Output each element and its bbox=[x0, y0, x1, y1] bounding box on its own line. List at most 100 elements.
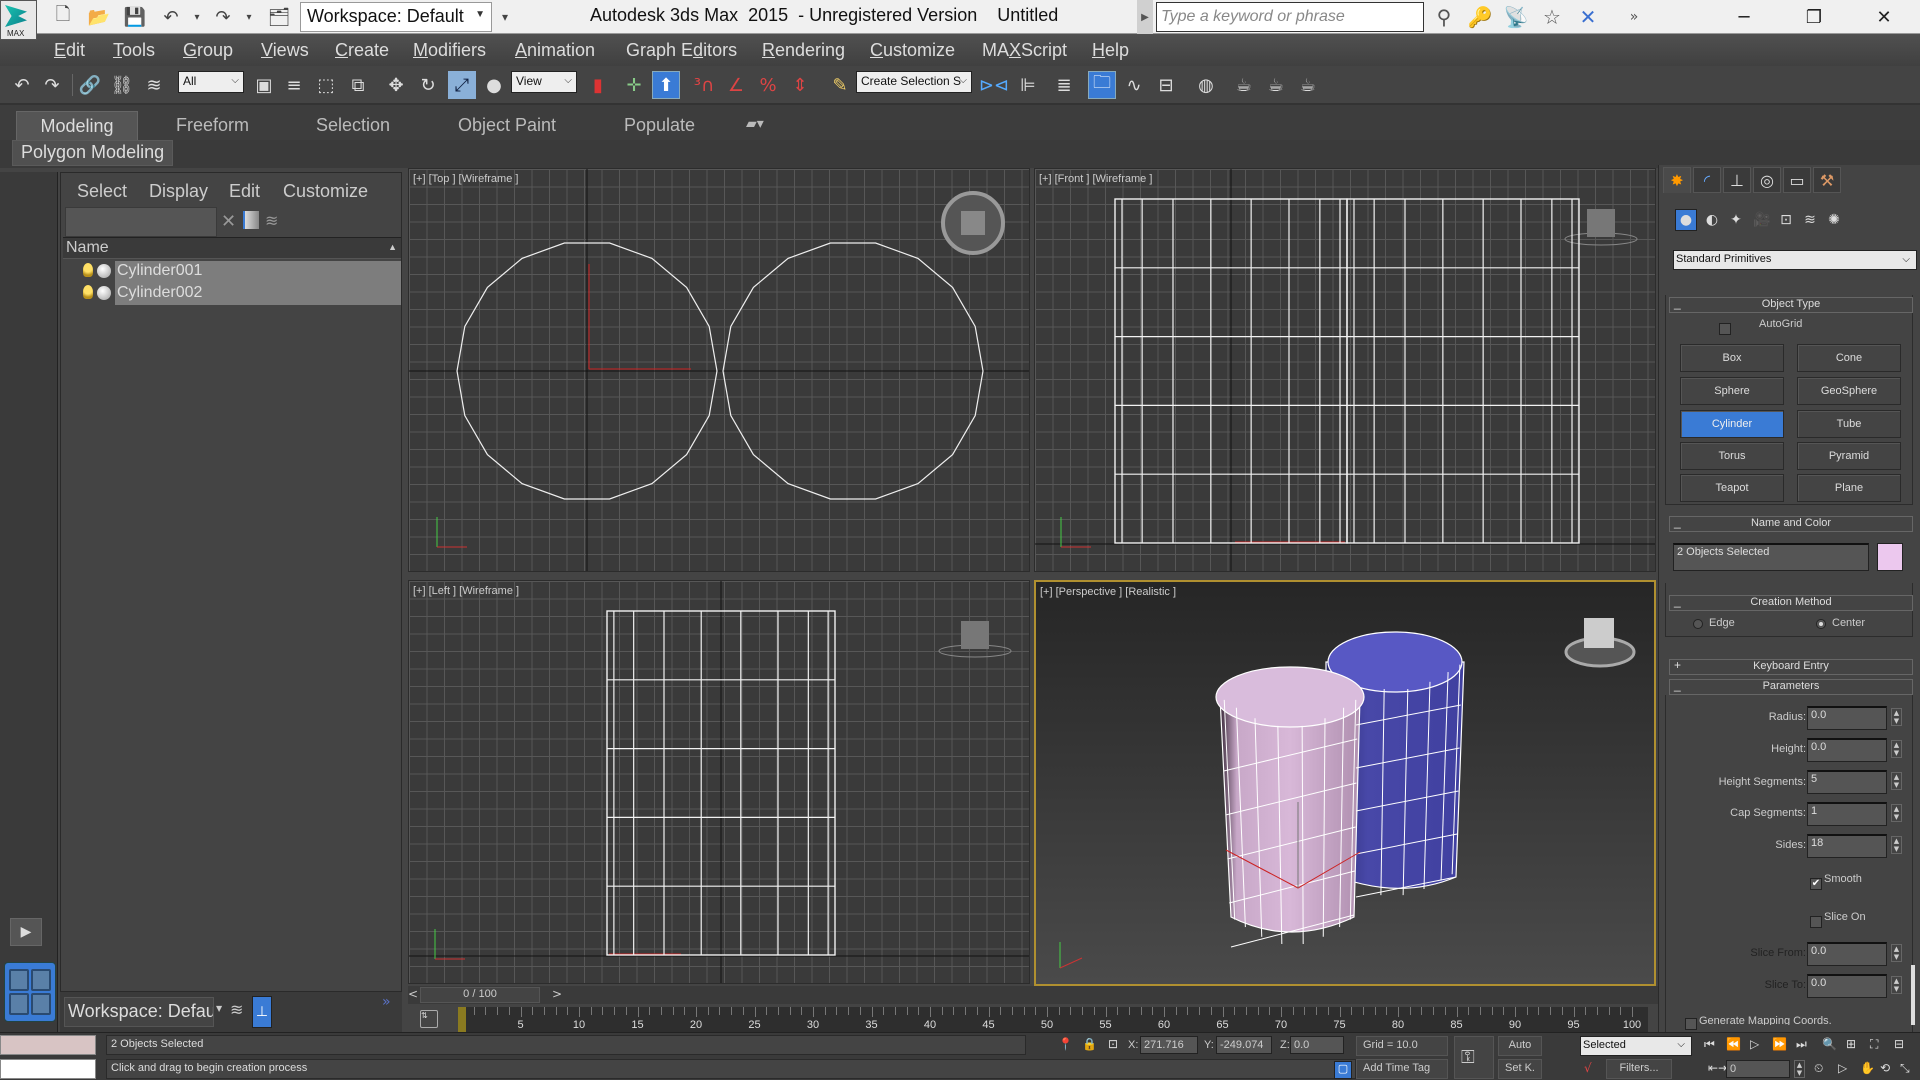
spinner-snap-icon[interactable]: ⇕ bbox=[786, 71, 814, 99]
redo-icon[interactable]: ↷ bbox=[210, 4, 236, 30]
modify-tab-icon[interactable]: ◜ bbox=[1693, 167, 1721, 193]
viewcube-icon[interactable] bbox=[961, 621, 989, 649]
schematic-view-icon[interactable]: ⊟ bbox=[1152, 71, 1180, 99]
explorer-menu-select[interactable]: Select bbox=[77, 181, 127, 202]
geometry-icon[interactable]: ● bbox=[1675, 209, 1697, 231]
auto-key-button[interactable]: Auto bbox=[1498, 1036, 1542, 1056]
viewport-front[interactable]: [+] [Front ] [Wireframe ] bbox=[1034, 168, 1656, 572]
viewcube-icon[interactable] bbox=[1584, 618, 1614, 648]
binoculars-icon[interactable]: ⚲ bbox=[1430, 4, 1458, 30]
cap-segments-spinner[interactable]: ▲ ▼ bbox=[1891, 804, 1902, 822]
redo-icon[interactable]: ↷ bbox=[38, 71, 66, 99]
material-editor-icon[interactable]: ◍ bbox=[1192, 71, 1220, 99]
space-warps-icon[interactable]: ≋ bbox=[1799, 209, 1821, 231]
select-and-place-icon[interactable]: ● bbox=[480, 71, 508, 99]
lights-icon[interactable]: ✦ bbox=[1725, 209, 1747, 231]
teapot-button[interactable]: Teapot bbox=[1680, 474, 1784, 502]
viewport-label-left[interactable]: [+] [Left ] [Wireframe ] bbox=[413, 585, 519, 597]
autogrid-checkbox[interactable] bbox=[1719, 323, 1731, 335]
viewport-perspective[interactable]: [+] [Perspective ] [Realistic ] bbox=[1034, 580, 1656, 986]
x-coordinate-input[interactable]: 271.716 bbox=[1140, 1036, 1198, 1054]
field-of-view-icon[interactable]: ▷ bbox=[1838, 1061, 1847, 1075]
explorer-menu-edit[interactable]: Edit bbox=[229, 181, 260, 202]
clear-icon[interactable]: ✕ bbox=[221, 211, 236, 232]
list-item[interactable]: Cylinder002 bbox=[63, 283, 401, 305]
z-coordinate-input[interactable]: 0.0 bbox=[1290, 1036, 1344, 1054]
zoom-extents-icon[interactable]: ⛶ bbox=[1870, 1037, 1878, 1052]
time-slider-thumb[interactable]: 0 / 100 bbox=[420, 987, 540, 1003]
tab-object-paint[interactable]: Object Paint bbox=[448, 111, 566, 141]
new-file-icon[interactable]: 🗋 bbox=[50, 4, 76, 30]
render-sphere-icon[interactable] bbox=[97, 264, 111, 278]
pivot-center-icon[interactable]: ▮ bbox=[584, 71, 612, 99]
slice-from-spinner[interactable]: ▲ ▼ bbox=[1891, 944, 1902, 962]
manipulate-icon[interactable]: ✛ bbox=[620, 71, 648, 99]
go-to-end-icon[interactable]: ⏭ bbox=[1796, 1037, 1807, 1052]
exchange-icon[interactable]: ✕ bbox=[1574, 4, 1602, 30]
height-segments-spinner[interactable]: ▲ ▼ bbox=[1891, 772, 1902, 790]
current-frame-marker[interactable] bbox=[458, 1007, 466, 1033]
box-button[interactable]: Box bbox=[1680, 344, 1784, 372]
rectangular-selection-icon[interactable]: ⬚ bbox=[312, 71, 340, 99]
search-expand-icon[interactable]: ▶ bbox=[1137, 0, 1153, 34]
category-dropdown[interactable]: Standard Primitives ⌵ bbox=[1673, 250, 1917, 270]
object-name-input[interactable]: 2 Objects Selected bbox=[1673, 543, 1869, 571]
named-selection-dropdown[interactable]: Create Selection S ⌵ bbox=[856, 71, 972, 93]
menu-help[interactable]: Help bbox=[1092, 40, 1129, 61]
next-key-icon[interactable]: ⏩ bbox=[1772, 1037, 1787, 1051]
cone-button[interactable]: Cone bbox=[1797, 344, 1901, 372]
name-and-color-rollout-header[interactable]: _ Name and Color bbox=[1669, 515, 1913, 532]
explorer-workspace-dropdown[interactable]: Workspace: Defau bbox=[64, 997, 214, 1027]
reference-coordinate-dropdown[interactable]: View ⌵ bbox=[511, 71, 577, 93]
viewport-left[interactable]: [+] [Left ] [Wireframe ] bbox=[408, 580, 1030, 984]
adaptive-degradation-icon[interactable]: ▢ bbox=[1334, 1061, 1352, 1079]
edit-named-selection-icon[interactable]: ✎ bbox=[826, 71, 854, 99]
utilities-tab-icon[interactable]: ⚒ bbox=[1813, 167, 1841, 193]
light-bulb-icon[interactable] bbox=[83, 263, 93, 277]
viewport-layout-button[interactable] bbox=[4, 962, 56, 1022]
mirror-icon[interactable]: ⊳⊲ bbox=[979, 71, 1009, 99]
keyboard-entry-rollout-header[interactable]: + Keyboard Entry bbox=[1669, 658, 1913, 675]
restore-button[interactable]: ❐ bbox=[1784, 0, 1844, 34]
quick-access-menu-icon[interactable]: ▾ bbox=[492, 4, 518, 30]
time-slider[interactable]: < 0 / 100 > bbox=[408, 986, 1658, 1004]
viewcube-icon[interactable] bbox=[961, 211, 985, 235]
play-icon[interactable]: ▶ bbox=[10, 918, 42, 946]
height-input[interactable]: 0.0 bbox=[1807, 738, 1887, 762]
tab-freeform[interactable]: Freeform bbox=[166, 111, 259, 141]
explorer-menu-display[interactable]: Display bbox=[149, 181, 208, 202]
explorer-search-input[interactable] bbox=[65, 207, 217, 237]
height-spinner[interactable]: ▲ ▼ bbox=[1891, 740, 1902, 758]
ribbon-options-icon[interactable]: ▰▾ bbox=[736, 111, 774, 141]
key-curve-icon[interactable]: √ bbox=[1584, 1061, 1592, 1075]
menu-group[interactable]: Group bbox=[183, 40, 233, 61]
next-frame-icon[interactable]: > bbox=[552, 987, 562, 1001]
select-object-icon[interactable]: ▣ bbox=[250, 71, 278, 99]
menu-rendering[interactable]: Rendering bbox=[762, 40, 845, 61]
tab-populate[interactable]: Populate bbox=[614, 111, 705, 141]
tab-selection[interactable]: Selection bbox=[306, 111, 400, 141]
create-tab-icon[interactable]: ✸ bbox=[1663, 167, 1691, 193]
key-icon[interactable]: 🔑 bbox=[1466, 4, 1494, 30]
chevron-down-icon[interactable]: ▼ bbox=[216, 1004, 222, 1013]
set-key-mode-icon[interactable]: ⚿ bbox=[1454, 1036, 1494, 1079]
cap-segments-input[interactable]: 1 bbox=[1807, 802, 1887, 826]
layers-icon[interactable]: ≋ bbox=[265, 211, 278, 230]
zoom-icon[interactable]: 🔍 bbox=[1822, 1037, 1837, 1051]
object-type-rollout-header[interactable]: _ Object Type bbox=[1669, 296, 1913, 313]
star-icon[interactable]: ☆ bbox=[1538, 4, 1566, 30]
hierarchy-tab-icon[interactable]: ⊥ bbox=[1723, 167, 1751, 193]
scene-explorer-toggle-icon[interactable]: 🗀 bbox=[1088, 71, 1116, 99]
menu-edit[interactable]: Edit bbox=[54, 40, 85, 61]
open-mini-curve-editor-icon[interactable]: ⇅ bbox=[420, 1010, 438, 1028]
select-and-link-icon[interactable]: 🔗 bbox=[76, 71, 104, 99]
isolate-selection-icon[interactable]: 📍 bbox=[1058, 1037, 1073, 1051]
viewport-label-perspective[interactable]: [+] [Perspective ] [Realistic ] bbox=[1040, 586, 1176, 598]
orbit-icon[interactable]: ⟲ bbox=[1880, 1061, 1890, 1075]
frame-spinner[interactable]: ▲ ▼ bbox=[1794, 1060, 1805, 1078]
render-setup-icon[interactable]: ☕ bbox=[1230, 71, 1258, 99]
close-button[interactable]: ✕ bbox=[1854, 0, 1914, 34]
selection-filter-dropdown[interactable]: All ⌵ bbox=[178, 71, 244, 93]
layer-manager-icon[interactable]: ≣ bbox=[1050, 71, 1078, 99]
helpers-icon[interactable]: ⊡ bbox=[1775, 209, 1797, 231]
